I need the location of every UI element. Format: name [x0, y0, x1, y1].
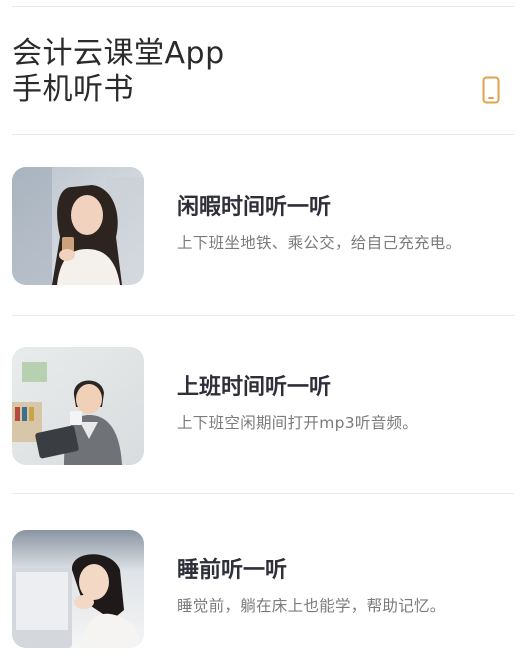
- item-description: 上下班坐地铁、乘公交，给自己充充电。: [177, 234, 462, 252]
- top-divider: [12, 6, 514, 7]
- woman-resting-photo: [12, 530, 144, 648]
- item-description: 睡觉前，躺在床上也能学，帮助记忆。: [177, 597, 446, 615]
- item-title: 上班时间听一听: [177, 375, 332, 400]
- page-title-line1: 会计云课堂App: [12, 36, 225, 71]
- list-item[interactable]: 闲暇时间听一听 上下班坐地铁、乘公交，给自己充充电。: [12, 167, 514, 287]
- item-divider: [12, 493, 514, 494]
- list-item[interactable]: 上班时间听一听 上下班空闲期间打开mp3听音频。: [12, 347, 514, 467]
- item-title: 睡前听一听: [177, 558, 288, 583]
- phone-icon: [482, 76, 500, 104]
- page-title-line2: 手机听书: [12, 72, 134, 107]
- man-with-tablet-photo: [12, 347, 144, 465]
- page-header: 会计云课堂App 手机听书: [12, 36, 514, 110]
- item-description: 上下班空闲期间打开mp3听音频。: [177, 414, 419, 432]
- woman-with-phone-photo: [12, 167, 144, 285]
- header-divider: [12, 134, 514, 135]
- list-item[interactable]: 睡前听一听 睡觉前，躺在床上也能学，帮助记忆。: [12, 530, 514, 650]
- item-divider: [12, 315, 514, 316]
- item-title: 闲暇时间听一听: [177, 195, 332, 220]
